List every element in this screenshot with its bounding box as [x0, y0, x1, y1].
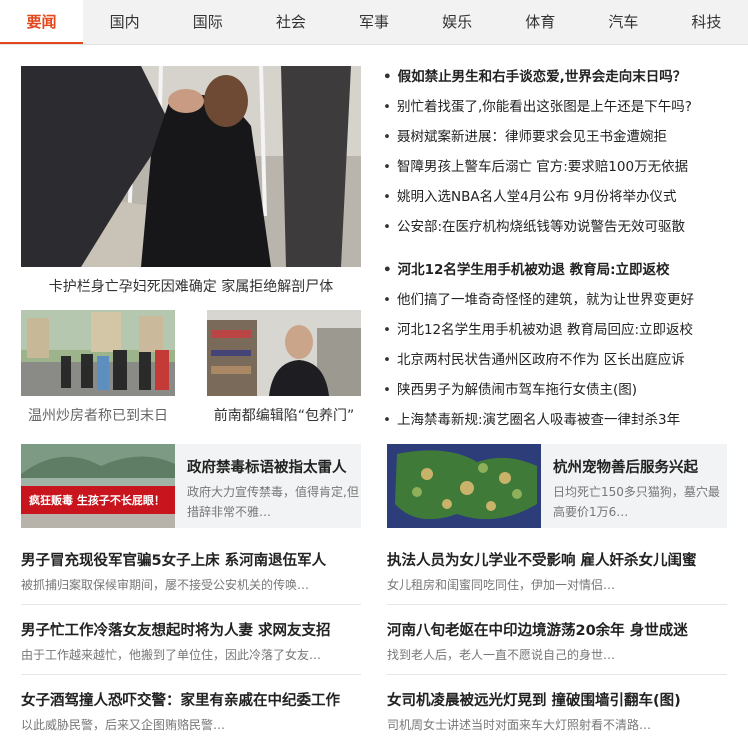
news-card-2[interactable]: 杭州宠物善后服务兴起 日均死亡150多只猫狗，墓穴最高要价1万6… — [387, 444, 727, 528]
news-card-1[interactable]: 疯狂贩毒 生孩子不长屁眼！ 政府禁毒标语被指太雷人 政府大力宣传禁毒，值得肯定,… — [21, 444, 361, 528]
news-item[interactable]: 执法人员为女儿学业不受影响 雇人奸杀女儿闺蜜 女儿租房和闺蜜同吃同住，伊加一对情… — [387, 549, 727, 593]
headline-item[interactable]: 聂树斌案新进展：律师要求会见王书金遭婉拒 — [383, 125, 667, 145]
news-item-title[interactable]: 女司机凌晨被远光灯晃到 撞破围墙引翻车(图) — [387, 689, 727, 710]
news-card-1-desc: 政府大力宣传禁毒，值得肯定,但措辞非常不雅… — [187, 485, 359, 519]
banner-text: 疯狂贩毒 生孩子不长屁眼！ — [29, 493, 165, 507]
headline-item[interactable]: 智障男孩上警车后溺亡 官方:要求赔100万无依据 — [383, 155, 688, 175]
small-feature-caption-1[interactable]: 温州炒房者称已到末日 — [21, 405, 175, 425]
main-feature-photo[interactable] — [21, 66, 361, 267]
tab-auto[interactable]: 汽车 — [582, 0, 665, 44]
news-item-title[interactable]: 女子酒驾撞人恐吓交警：家里有亲戚在中纪委工作 — [21, 689, 361, 710]
headline-item[interactable]: 陕西男子为解债闹市驾车拖行女债主(图) — [383, 378, 637, 398]
news-item-title[interactable]: 执法人员为女儿学业不受影响 雇人奸杀女儿闺蜜 — [387, 549, 727, 570]
divider — [387, 674, 727, 675]
headline-item[interactable]: 别忙着找蛋了,你能看出这张图是上午还是下午吗? — [383, 95, 692, 115]
news-item-title[interactable]: 河南八旬老妪在中印边境游荡20余年 身世成迷 — [387, 619, 727, 640]
news-card-2-title[interactable]: 杭州宠物善后服务兴起 — [553, 456, 698, 477]
main-feature-caption[interactable]: 卡护栏身亡孕妇死因难确定 家属拒绝解剖尸体 — [21, 276, 361, 296]
headline-item[interactable]: 河北12名学生用手机被劝退 教育局:立即返校 — [383, 258, 670, 278]
news-item[interactable]: 女司机凌晨被远光灯晃到 撞破围墙引翻车(图) 司机周女士讲述当时对面来车大灯照射… — [387, 689, 727, 733]
headline-item[interactable]: 北京两村民状告通州区政府不作为 区长出庭应诉 — [383, 348, 685, 368]
news-item-desc: 女儿租房和闺蜜同吃同住，伊加一对情侣… — [387, 578, 616, 592]
small-feature-photo-1[interactable] — [21, 310, 175, 396]
tab-society[interactable]: 社会 — [249, 0, 332, 44]
tab-entertainment[interactable]: 娱乐 — [416, 0, 499, 44]
news-item[interactable]: 男子忙工作冷落女友想起时将为人妻 求网友支招 由于工作越来越忙，他搬到了单位住，… — [21, 619, 361, 663]
tab-headlines[interactable]: 要闻 — [0, 0, 84, 44]
small-feature-photo-2[interactable] — [207, 310, 361, 396]
headline-item[interactable]: 上海禁毒新规:演艺圈名人吸毒被查一律封杀3年 — [383, 408, 680, 428]
headline-item[interactable]: 他们搞了一堆奇奇怪怪的建筑，就为让世界变更好 — [383, 288, 694, 308]
tab-domestic[interactable]: 国内 — [83, 0, 166, 44]
tab-tech[interactable]: 科技 — [665, 0, 748, 44]
news-card-2-image — [387, 444, 541, 528]
headline-item[interactable]: 公安部:在医疗机构烧纸钱等劝说警告无效可驱散 — [383, 215, 685, 235]
news-item[interactable]: 女子酒驾撞人恐吓交警：家里有亲戚在中纪委工作 以此威胁民警，后来又企图贿赂民警… — [21, 689, 361, 733]
divider — [21, 604, 361, 605]
divider — [387, 604, 727, 605]
news-item-title[interactable]: 男子忙工作冷落女友想起时将为人妻 求网友支招 — [21, 619, 361, 640]
news-item-desc: 被抓捕归案取保候审期间，屡不接受公安机关的传唤… — [21, 578, 310, 592]
news-item-title[interactable]: 男子冒充现役军官骗5女子上床 系河南退伍军人 — [21, 549, 361, 570]
news-item-desc: 找到老人后，老人一直不愿说自己的身世… — [387, 648, 616, 662]
news-card-1-image: 疯狂贩毒 生孩子不长屁眼！ — [21, 444, 175, 528]
small-feature-caption-2[interactable]: 前南都编辑陷“包养门” — [207, 405, 361, 425]
headline-item[interactable]: 假如禁止男生和右手谈恋爱,世界会走向末日吗？ — [383, 65, 687, 85]
news-item-desc: 由于工作越来越忙，他搬到了单位住，因此冷落了女友… — [21, 648, 322, 662]
divider — [21, 674, 361, 675]
category-tabs: 要闻 国内 国际 社会 军事 娱乐 体育 汽车 科技 — [0, 0, 748, 45]
tab-military[interactable]: 军事 — [332, 0, 415, 44]
news-item[interactable]: 河南八旬老妪在中印边境游荡20余年 身世成迷 找到老人后，老人一直不愿说自己的身… — [387, 619, 727, 663]
news-card-2-desc: 日均死亡150多只猫狗，墓穴最高要价1万6… — [553, 485, 720, 519]
tab-international[interactable]: 国际 — [166, 0, 249, 44]
tab-sports[interactable]: 体育 — [499, 0, 582, 44]
headline-item[interactable]: 河北12名学生用手机被劝退 教育局回应:立即返校 — [383, 318, 693, 338]
news-item-desc: 司机周女士讲述当时对面来车大灯照射看不清路… — [387, 718, 652, 732]
news-item[interactable]: 男子冒充现役军官骗5女子上床 系河南退伍军人 被抓捕归案取保候审期间，屡不接受公… — [21, 549, 361, 593]
news-card-1-title[interactable]: 政府禁毒标语被指太雷人 — [187, 456, 347, 477]
news-item-desc: 以此威胁民警，后来又企图贿赂民警… — [21, 718, 226, 732]
headline-item[interactable]: 姚明入选NBA名人堂4月公布 9月份将举办仪式 — [383, 185, 677, 205]
